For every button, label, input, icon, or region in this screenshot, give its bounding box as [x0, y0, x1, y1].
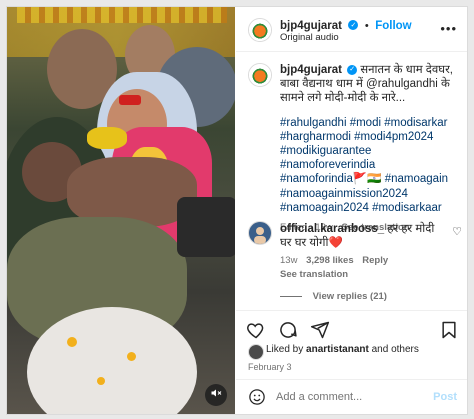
caption-username[interactable]: bjp4gujarat — [280, 64, 342, 76]
follow-button[interactable]: Follow — [375, 20, 411, 32]
avatar[interactable] — [248, 221, 272, 245]
verified-badge-icon: ✓ — [347, 64, 358, 75]
crowd-figure — [119, 95, 141, 105]
comment-time: 13w — [280, 255, 298, 266]
post-video[interactable] — [7, 7, 235, 414]
verified-badge-icon: ✓ — [348, 19, 359, 30]
post-details-panel: bjp4gujarat ✓ • Follow Original audio ••… — [236, 7, 467, 414]
post-comment-button[interactable]: Post — [433, 391, 457, 403]
speaker-muted-icon — [210, 386, 222, 404]
separator: • — [364, 20, 369, 32]
liked-by-suffix: and others — [371, 344, 419, 355]
crowd-figure — [87, 127, 127, 149]
crowd-figure — [177, 197, 235, 257]
avatar[interactable] — [248, 63, 272, 87]
hashtag-line[interactable]: #hargharmodi #modi4pm2024 — [280, 130, 458, 144]
liked-by-prefix: Liked by — [266, 344, 304, 355]
hashtag-line[interactable]: #modikiguarantee #namoforeverindia — [280, 144, 458, 172]
hashtag-line[interactable]: #namoagain2024 #modisarkaar — [280, 201, 458, 215]
hashtag-line[interactable]: #namoforindia🚩🇮🇳 #namoagain — [280, 172, 458, 186]
comment-bubble-icon[interactable] — [278, 320, 298, 340]
reply-button[interactable]: Reply — [362, 255, 388, 266]
hashtag-block: #rahulgandhi #modi #modisarkar #hargharm… — [280, 116, 458, 215]
share-send-icon[interactable] — [310, 320, 330, 340]
crowd-figure — [17, 7, 227, 23]
hashtag-line[interactable]: #rahulgandhi #modi #modisarkar — [280, 116, 458, 130]
more-options-icon[interactable]: ••• — [440, 21, 457, 36]
likes-summary: Liked by anartistanant and others — [248, 344, 462, 360]
comment-likes[interactable]: 3,298 likes — [306, 255, 354, 266]
replies-divider — [280, 295, 302, 297]
crowd-figure — [127, 352, 136, 361]
avatar[interactable] — [248, 344, 264, 360]
heart-icon[interactable]: ♡ — [452, 225, 462, 238]
like-heart-icon[interactable] — [246, 320, 266, 340]
post-header: bjp4gujarat ✓ • Follow Original audio ••… — [236, 7, 467, 52]
save-bookmark-icon[interactable] — [439, 320, 459, 340]
hashtag-line[interactable]: #namoagainmission2024 — [280, 187, 458, 201]
audio-label[interactable]: Original audio — [280, 32, 339, 43]
view-replies-button[interactable]: View replies (21) — [313, 291, 387, 302]
instagram-post-modal: bjp4gujarat ✓ • Follow Original audio ••… — [6, 6, 468, 415]
post-date[interactable]: February 3 — [248, 362, 292, 372]
liked-by-user[interactable]: anartistanant — [306, 344, 369, 355]
post-author-username[interactable]: bjp4gujarat — [280, 20, 342, 32]
comment-username[interactable]: official.karanboss_ — [280, 223, 384, 235]
add-comment-bar: Post — [236, 379, 467, 414]
mute-button[interactable] — [205, 384, 227, 406]
comment-input[interactable] — [276, 388, 416, 406]
see-translation-link[interactable]: See translation — [280, 269, 348, 280]
avatar[interactable] — [248, 18, 272, 42]
comment: official.karanboss_ हर हर मोदी घर घर योग… — [248, 221, 462, 302]
crowd-figure — [97, 377, 105, 385]
emoji-smiley-icon[interactable] — [248, 388, 266, 411]
crowd-figure — [67, 337, 77, 347]
action-bar — [236, 310, 467, 341]
